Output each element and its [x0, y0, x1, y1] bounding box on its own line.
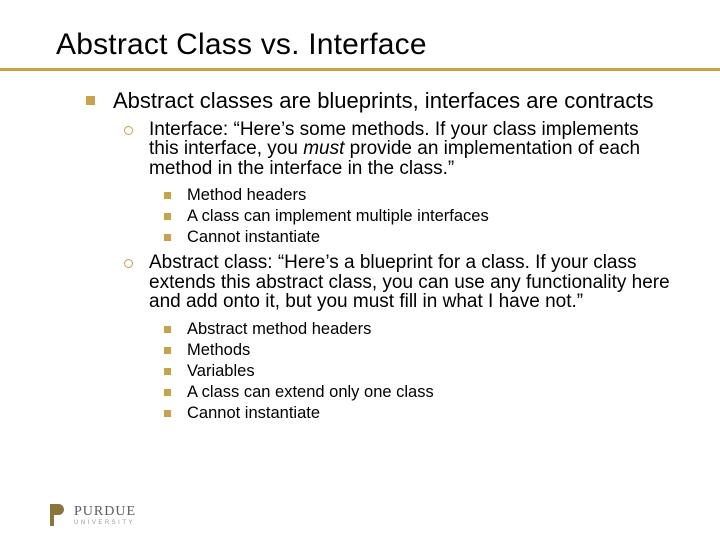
- purdue-logo: PURDUE UNIVERSITY: [48, 504, 136, 526]
- interface-must: must: [303, 138, 344, 159]
- slide-title: Abstract Class vs. Interface: [56, 28, 672, 62]
- abstract-p1: Abstract method headers: [187, 320, 371, 339]
- purdue-logo-icon: [48, 504, 68, 526]
- abstract-p2: Methods: [187, 341, 250, 360]
- abstract-p5: Cannot instantiate: [187, 404, 320, 423]
- bullet-abstract-p1: Abstract method headers: [56, 320, 672, 339]
- interface-p1: Method headers: [187, 186, 306, 205]
- abstract-text: Abstract class: “Here’s a blueprint for …: [149, 253, 672, 312]
- bullet-abstract-p3: Variables: [56, 362, 672, 381]
- square-bullet-icon: [164, 389, 171, 396]
- bullet-interface-p2: A class can implement multiple interface…: [56, 207, 672, 226]
- abstract-p4: A class can extend only one class: [187, 383, 434, 402]
- square-bullet-icon: [164, 213, 171, 220]
- accent-rule: [0, 68, 720, 71]
- square-bullet-icon: [164, 347, 171, 354]
- square-bullet-icon: [164, 326, 171, 333]
- interface-text: Interface: “Here’s some methods. If your…: [149, 120, 672, 179]
- square-bullet-icon: [86, 96, 95, 105]
- interface-p3: Cannot instantiate: [187, 228, 320, 247]
- logo-name: PURDUE: [74, 505, 136, 519]
- logo-sub: UNIVERSITY: [74, 520, 136, 526]
- square-bullet-icon: [164, 192, 171, 199]
- bullet-abstract-p4: A class can extend only one class: [56, 383, 672, 402]
- square-bullet-icon: [164, 234, 171, 241]
- purdue-logo-text: PURDUE UNIVERSITY: [74, 505, 136, 526]
- bullet-abstract-p2: Methods: [56, 341, 672, 360]
- bullet-interface-p3: Cannot instantiate: [56, 228, 672, 247]
- interface-p2: A class can implement multiple interface…: [187, 207, 489, 226]
- bullet-main: Abstract classes are blueprints, interfa…: [56, 89, 672, 114]
- square-bullet-icon: [164, 368, 171, 375]
- abstract-p3: Variables: [187, 362, 255, 381]
- bullet-interface-p1: Method headers: [56, 186, 672, 205]
- circle-bullet-icon: [124, 126, 133, 135]
- square-bullet-icon: [164, 410, 171, 417]
- bullet-abstract: Abstract class: “Here’s a blueprint for …: [56, 253, 672, 312]
- slide: Abstract Class vs. Interface Abstract cl…: [0, 0, 720, 423]
- main-text: Abstract classes are blueprints, interfa…: [113, 89, 653, 114]
- bullet-interface: Interface: “Here’s some methods. If your…: [56, 120, 672, 179]
- circle-bullet-icon: [124, 259, 133, 268]
- bullet-abstract-p5: Cannot instantiate: [56, 404, 672, 423]
